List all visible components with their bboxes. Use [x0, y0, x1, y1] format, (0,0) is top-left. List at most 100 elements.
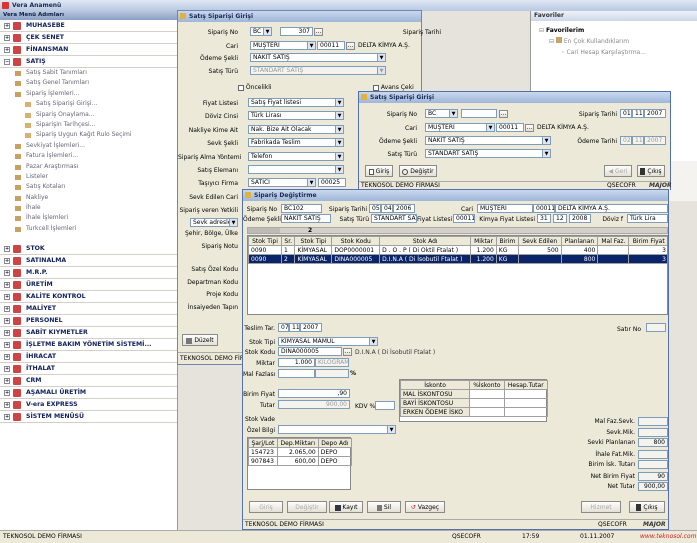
sidebar-module-item[interactable]: + AŞAMALI ÜRETİM	[0, 387, 177, 400]
odeme-sekli-select[interactable]: NAKİT SATIŞ ▼	[425, 136, 551, 145]
sidebar-siparis-item[interactable]: Sipariş Uygun Kağıt Rulo Seçimi	[0, 130, 177, 140]
sidebar-module-item[interactable]: + V-era EXPRESS	[0, 399, 177, 412]
expand-icon[interactable]: +	[4, 318, 10, 325]
column-header[interactable]: Stok Kodu	[331, 236, 381, 246]
column-header[interactable]: Stok Tipi	[294, 236, 333, 246]
siparis-no-field[interactable]: 307	[280, 27, 313, 36]
sidebar-siparis-item[interactable]: Sipariş Onaylama...	[0, 110, 177, 120]
sidebar-module-item[interactable]: + MALİYET	[0, 303, 177, 316]
table-cell[interactable]	[503, 389, 549, 399]
expand-icon[interactable]: +	[4, 246, 10, 253]
cikis-button[interactable]: Çıkış	[629, 501, 665, 513]
expand-icon[interactable]: +	[4, 366, 10, 373]
odeme-gun[interactable]: 02	[620, 136, 632, 145]
expand-icon[interactable]: −	[4, 59, 10, 65]
form-select[interactable]: Telefon ▼	[248, 151, 344, 161]
ozel-bilgi-select[interactable]: ▼	[278, 425, 396, 434]
expand-icon[interactable]: +	[4, 354, 10, 361]
odeme-ay[interactable]: 11	[632, 136, 644, 145]
sidebar-module-item[interactable]: + STOK	[0, 243, 177, 256]
siparis-no-lookup-button[interactable]: …	[314, 28, 323, 36]
grid-scroll-thumb[interactable]	[248, 228, 280, 233]
column-header[interactable]: Sr.	[280, 236, 296, 246]
sidebar-satis2-item[interactable]: Sevkiyat İşlemleri...	[0, 141, 177, 151]
cikis-button[interactable]: Çıkış	[637, 165, 665, 177]
expand-icon[interactable]: +	[4, 23, 10, 29]
siparis-no-prefix[interactable]: BC ▼	[250, 27, 272, 36]
miktar-field[interactable]: 1.000	[278, 358, 315, 367]
expand-icon[interactable]: +	[4, 390, 10, 397]
siparis-no-field[interactable]: BC102	[281, 204, 322, 213]
expand-icon[interactable]: +	[4, 270, 10, 277]
table-cell[interactable]	[469, 407, 505, 417]
sidebar-module-item[interactable]: + İŞLETME BAKIM YÖNETİM SİSTEMİ...	[0, 339, 177, 352]
sidebar-satis2-item[interactable]: Turkcell İşlemleri	[0, 224, 177, 234]
sidebar-satis2-item[interactable]: İhale İşlemleri	[0, 213, 177, 223]
giris-button[interactable]: Giriş	[249, 501, 283, 513]
table-row[interactable]: MAL İSKONTOSU	[399, 389, 549, 399]
siparis-gun[interactable]: 01	[620, 109, 632, 118]
form-select[interactable]: ▼	[248, 165, 344, 174]
sidebar-satis2-item[interactable]: Listeler	[0, 172, 177, 182]
teslim-yil[interactable]: 2007	[300, 323, 322, 332]
cari-no-field[interactable]: 00011	[496, 123, 524, 132]
teslim-ay[interactable]: 11	[289, 323, 300, 332]
column-header[interactable]: Mal Faz.	[597, 236, 630, 246]
siparis-gun[interactable]: 05	[369, 204, 381, 213]
siparis-no-field[interactable]	[461, 109, 497, 118]
column-header[interactable]: Birim Fiyat	[628, 236, 667, 246]
vazgec-button[interactable]: ↺ Vazgeç	[405, 501, 445, 513]
geri-button[interactable]: ◀ Geri	[604, 165, 632, 177]
sidebar-top-item[interactable]: + ÇEK SENET	[0, 32, 177, 44]
degistir-button[interactable]: Değiştir	[287, 501, 327, 513]
sidebar-module-item[interactable]: + M.R.P.	[0, 267, 177, 280]
degistir-button[interactable]: Değiştir	[399, 165, 437, 177]
birim-fiyat-field[interactable]: ,90	[278, 389, 350, 398]
sidebar-satis2-item[interactable]: Fatura İşlemleri...	[0, 151, 177, 161]
sidebar-top-item[interactable]: + MUHASEBE	[0, 20, 177, 32]
sil-button[interactable]: Sil	[367, 501, 401, 513]
expand-icon[interactable]: +	[4, 258, 10, 265]
avans-cek-checkbox[interactable]: Avans Çeki	[373, 84, 414, 91]
mal-fazlasi-field[interactable]	[278, 369, 315, 378]
expand-icon[interactable]: +	[4, 378, 10, 385]
siparis-ay[interactable]: 04	[381, 204, 393, 213]
column-header[interactable]: Sevk Edilen	[517, 236, 562, 246]
favorites-item[interactable]: ⊟ En Çok Kullandıklarım	[539, 36, 697, 47]
expand-icon[interactable]: +	[4, 47, 10, 53]
siparis-yil[interactable]: 2006	[393, 204, 415, 213]
satis-turu-select[interactable]: STANDART SATIŞ ▼	[425, 149, 551, 158]
sidebar-satis2-item[interactable]: Pazar Araştırması	[0, 162, 177, 172]
odeme-yil[interactable]: 2007	[644, 136, 666, 145]
sidebar-satis-item[interactable]: Satış Genel Tanımları	[0, 78, 177, 88]
sidebar-top-item[interactable]: + FİNANSMAN	[0, 44, 177, 56]
table-row[interactable]: 907843 600,00 DEPO	[248, 456, 353, 466]
teslim-gun[interactable]: 07	[278, 323, 289, 332]
sidebar-satis-item[interactable]: Sipariş İşlemleri...	[0, 89, 177, 99]
expand-icon[interactable]: +	[4, 402, 10, 409]
column-header[interactable]: Miktar	[470, 236, 497, 246]
cari-type-select[interactable]: MÜŞTERİ ▼	[250, 41, 316, 50]
table-cell[interactable]	[469, 398, 505, 408]
sidebar-module-item[interactable]: + İTHALAT	[0, 363, 177, 376]
table-row[interactable]: 0090 2 KİMYASAL DINA000005 D.I.N.A ( Di İsob…	[248, 254, 667, 264]
sevk-adres-select[interactable]: Sevk adresler ▼	[190, 218, 238, 228]
sidebar-module-item[interactable]: + PERSONEL	[0, 315, 177, 328]
cari-type-select[interactable]: MÜŞTERİ ▼	[425, 123, 495, 132]
expand-icon[interactable]: +	[4, 294, 10, 301]
stok-kodu-lookup-button[interactable]: …	[343, 348, 352, 356]
kdv-field[interactable]	[375, 401, 395, 410]
sidebar-module-item[interactable]: + İHRACAT	[0, 351, 177, 364]
column-header[interactable]: Birim	[495, 236, 519, 246]
table-row[interactable]: 0090 1 KİMYASAL DOP0000001 D . O . P ( Di Ok…	[248, 245, 667, 255]
favorites-item[interactable]: ◦ Cari Hesap Karşılaştırma...	[539, 47, 697, 58]
giris-button[interactable]: Giriş	[365, 165, 393, 177]
expand-icon[interactable]: +	[4, 282, 10, 289]
sidebar-satis2-item[interactable]: Nakliye	[0, 193, 177, 203]
expand-icon[interactable]: +	[4, 330, 10, 337]
stok-tipi-select[interactable]: KİMYASAL MAMUL ▼	[278, 337, 378, 346]
table-cell[interactable]	[503, 398, 549, 408]
cari-no-field[interactable]: 00011	[317, 41, 345, 50]
siparis-ay[interactable]: 11	[632, 109, 644, 118]
sidebar-module-item[interactable]: + ÜRETİM	[0, 279, 177, 292]
